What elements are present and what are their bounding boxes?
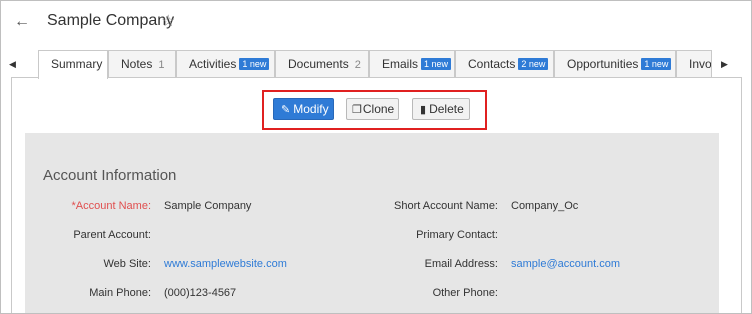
primary-contact-label: Primary Contact: — [416, 229, 498, 241]
account-name-value: Sample Company — [164, 200, 252, 212]
email-label: Email Address: — [424, 258, 498, 270]
parent-account-label: Parent Account: — [73, 229, 151, 241]
modify-button[interactable]: ✎ Modify — [273, 98, 334, 120]
arrow-left-icon[interactable]: ← — [13, 11, 31, 33]
tab-label: Notes — [121, 57, 153, 71]
tab-activities[interactable]: Activities 1 new — [176, 50, 275, 77]
tab-invoices[interactable]: Invoi — [676, 50, 712, 77]
main-phone-label: Main Phone: — [89, 287, 151, 299]
tab-label: Summary — [51, 57, 103, 71]
tab-summary[interactable]: Summary — [38, 50, 108, 79]
new-badge: 1 new — [239, 58, 270, 70]
tab-count: 1 — [158, 59, 165, 71]
website-label: Web Site: — [103, 258, 152, 270]
tab-scroll-left-icon[interactable]: ◀ — [9, 59, 16, 70]
clone-button[interactable]: ❐Clone — [346, 98, 399, 120]
star-icon[interactable]: ☆ — [161, 12, 175, 32]
delete-label: Delete — [429, 102, 464, 116]
tab-label: Invoi — [689, 57, 712, 71]
window: ← Sample Company ☆ ◀ ▶ Summary Notes 1 Ac… — [0, 0, 752, 314]
short-name-value: Company_Oc — [511, 200, 579, 212]
page-title: Sample Company — [47, 12, 175, 29]
page-header: ← Sample Company ☆ — [1, 1, 751, 45]
website-link[interactable]: www.samplewebsite.com — [164, 258, 287, 270]
copy-icon: ❐ — [352, 104, 362, 116]
clone-label: Clone — [362, 102, 395, 116]
tab-notes[interactable]: Notes 1 — [108, 50, 176, 77]
main-phone-value: (000)123-4567 — [164, 287, 237, 299]
new-badge: 1 new — [641, 58, 672, 70]
account-name-label: *Account Name: — [71, 200, 151, 212]
other-phone-label: Other Phone: — [432, 287, 498, 299]
tab-label: Activities — [189, 57, 237, 71]
tab-label: Documents — [288, 57, 349, 71]
tab-emails[interactable]: Emails 1 new — [369, 50, 455, 77]
new-badge: 1 new — [421, 58, 452, 70]
short-name-label: Short Account Name: — [394, 200, 498, 212]
tab-scroll-right-icon[interactable]: ▶ — [721, 59, 728, 70]
section-title: Account Information — [43, 167, 177, 184]
trash-icon: ▮ — [420, 104, 427, 116]
tab-label: Opportunities — [567, 57, 639, 71]
tab-documents[interactable]: Documents 2 — [275, 50, 369, 77]
modify-label: Modify — [293, 102, 329, 116]
email-link[interactable]: sample@account.com — [511, 258, 620, 270]
tab-opportunities[interactable]: Opportunities 1 new — [554, 50, 676, 77]
tab-count: 2 — [354, 59, 361, 71]
delete-button[interactable]: ▮ Delete — [412, 98, 470, 120]
tab-label: Contacts — [468, 57, 516, 71]
new-badge: 2 new — [518, 58, 549, 70]
pencil-icon: ✎ — [281, 104, 291, 116]
tab-label: Emails — [382, 57, 419, 71]
tab-contacts[interactable]: Contacts 2 new — [455, 50, 554, 77]
